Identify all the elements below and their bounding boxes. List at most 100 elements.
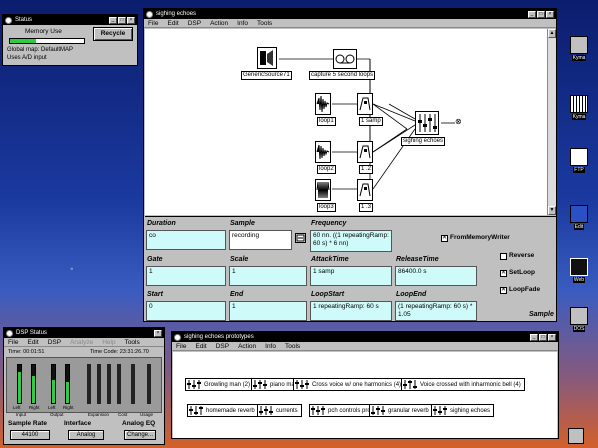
memory-use-label: Memory Use <box>25 28 62 35</box>
interface-select[interactable]: Analog <box>68 430 104 440</box>
start-label: Start <box>147 291 163 298</box>
frequency-field[interactable]: 60 nn. ((1 repeatingRamp: 60 s) * 6 nn) <box>310 230 392 252</box>
envelope-icon <box>359 183 371 197</box>
canvas-scrollbar[interactable]: ▲ ▼ <box>547 29 556 215</box>
recycle-button[interactable]: Recycle <box>93 27 133 41</box>
prototype-item[interactable]: currents <box>257 404 302 417</box>
menu-file[interactable]: File <box>148 20 158 27</box>
start-field[interactable]: 0 <box>146 301 226 321</box>
menu-tools[interactable]: Tools <box>285 343 300 350</box>
release-time-field[interactable]: 86400.0 s <box>395 266 477 286</box>
loop1-node[interactable] <box>315 93 331 115</box>
output-section-label: Output <box>50 412 64 417</box>
loop3-node[interactable] <box>315 179 331 201</box>
loop2-node[interactable] <box>315 141 331 163</box>
dsp-titlebar[interactable]: DSP Status × <box>4 328 164 338</box>
samp1-node[interactable] <box>357 93 373 115</box>
attack-time-field[interactable]: 1 samp <box>310 266 392 286</box>
close-button[interactable]: × <box>127 16 135 24</box>
prototype-item[interactable]: Voice crossed with inharmonic bell (4) <box>401 378 525 391</box>
scale-field[interactable]: 1 <box>229 266 307 286</box>
input-mode-text: Uses A/D input <box>7 55 47 61</box>
dsp-window-title: DSP Status <box>16 330 47 336</box>
sample-browse-icon[interactable] <box>295 233 306 243</box>
menu-info[interactable]: Info <box>265 343 276 350</box>
desktop-icon-edit[interactable]: Edit <box>564 205 594 230</box>
reverse-checkbox[interactable] <box>500 253 507 260</box>
generic-source-node[interactable] <box>257 47 277 69</box>
usage-section-label: Usage <box>140 412 154 417</box>
sample-field[interactable]: recording <box>229 230 292 250</box>
menu-action[interactable]: Action <box>238 343 256 350</box>
minimize-button[interactable]: _ <box>109 16 117 24</box>
maximize-button[interactable]: □ <box>537 10 545 18</box>
sample-rate-select[interactable]: 44100 <box>10 430 50 440</box>
menu-info[interactable]: Info <box>237 20 248 27</box>
app-logo-icon <box>5 16 12 24</box>
palette-canvas: Growling man (2) piano man (3) Cross voi… <box>173 352 557 438</box>
time-code: Time Code: 23:31:26.70 <box>90 349 149 355</box>
minimize-button[interactable]: _ <box>528 10 536 18</box>
from-memory-writer-checkbox[interactable]: ✕ <box>441 235 448 242</box>
scroll-up-arrow-icon[interactable]: ▲ <box>548 29 556 38</box>
maximize-button[interactable]: □ <box>539 333 547 341</box>
status-titlebar[interactable]: Status _ □ × <box>3 15 137 25</box>
prototype-label: currents <box>276 407 298 414</box>
loop-end-field[interactable]: (1 repeatingRamp: 60 s) * 1.05 <box>395 301 477 321</box>
end-field[interactable]: 1 <box>229 301 307 321</box>
prototype-label: granular reverb <box>388 407 429 414</box>
prototype-item[interactable]: Growling man (2) <box>185 378 255 391</box>
loop-fade-checkbox[interactable]: ✕ <box>500 287 507 294</box>
close-button[interactable]: × <box>548 333 556 341</box>
menu-dsp[interactable]: DSP <box>48 339 61 346</box>
desktop-icon-dos[interactable]: DOS <box>564 307 594 332</box>
menu-file[interactable]: File <box>8 339 18 346</box>
menu-help[interactable]: Help <box>102 339 115 346</box>
samp3-node[interactable] <box>357 179 373 201</box>
scroll-down-arrow-icon[interactable]: ▼ <box>548 206 556 215</box>
menu-action[interactable]: Action <box>210 20 228 27</box>
loop-start-field[interactable]: 1 repeatingRamp: 60 s <box>310 301 392 321</box>
mixer-icon <box>252 379 268 390</box>
set-loop-checkbox[interactable]: ✕ <box>500 270 507 277</box>
from-memory-writer-label: FromMemoryWriter <box>450 234 510 241</box>
menu-file[interactable]: File <box>176 343 186 350</box>
main-titlebar[interactable]: sighing echoes _ □ × <box>144 9 556 19</box>
trash-icon[interactable] <box>568 428 584 444</box>
signal-flow-canvas[interactable]: GenericSource71 capture 5 second loops l… <box>145 29 547 215</box>
minimize-button[interactable]: _ <box>530 333 538 341</box>
palette-titlebar[interactable]: sighing echoes prototypes _ □ × <box>172 332 558 342</box>
desktop-icon-web[interactable]: Web <box>564 258 594 283</box>
gate-field[interactable]: 1 <box>146 266 226 286</box>
desktop-icon-kyma[interactable]: Kyma <box>564 36 594 61</box>
kyma-icon <box>570 36 588 54</box>
duration-field[interactable]: co <box>146 230 226 250</box>
change-eq-button[interactable]: Change... <box>124 430 156 440</box>
prototype-item[interactable]: homemade reverb <box>187 404 259 417</box>
expansion-section-label: Expansion <box>88 412 110 417</box>
menu-dsp[interactable]: DSP <box>188 20 201 27</box>
close-button[interactable]: × <box>546 10 554 18</box>
menu-tools[interactable]: Tools <box>125 339 140 346</box>
prototype-item[interactable]: granular reverb <box>369 404 433 417</box>
menu-edit[interactable]: Edit <box>167 20 178 27</box>
tape-icon <box>335 54 355 64</box>
desktop-icon-label: Kyma <box>571 114 587 120</box>
samp2-node[interactable] <box>357 141 373 163</box>
menu-dsp[interactable]: DSP <box>216 343 229 350</box>
menu-analyze[interactable]: Analyze <box>70 339 93 346</box>
desktop-icon-ftp[interactable]: FTP <box>564 148 594 173</box>
maximize-button[interactable]: □ <box>118 16 126 24</box>
menu-edit[interactable]: Edit <box>195 343 206 350</box>
loop-start-label: LoopStart <box>311 291 345 298</box>
close-button[interactable]: × <box>154 329 162 337</box>
menu-tools[interactable]: Tools <box>257 20 272 27</box>
menu-edit[interactable]: Edit <box>27 339 38 346</box>
capture-node[interactable] <box>333 49 357 69</box>
desktop-icon-kyma-2[interactable]: Kyma <box>564 95 594 120</box>
sighing-echoes-node[interactable] <box>415 111 439 135</box>
prototype-item[interactable]: sighing echoes <box>431 404 495 417</box>
output-node[interactable]: ⊗ <box>455 117 462 126</box>
prototype-item[interactable]: Cross voice w/ one harmonics (4) <box>293 378 406 391</box>
editor-footer-label: Sample <box>529 311 554 318</box>
